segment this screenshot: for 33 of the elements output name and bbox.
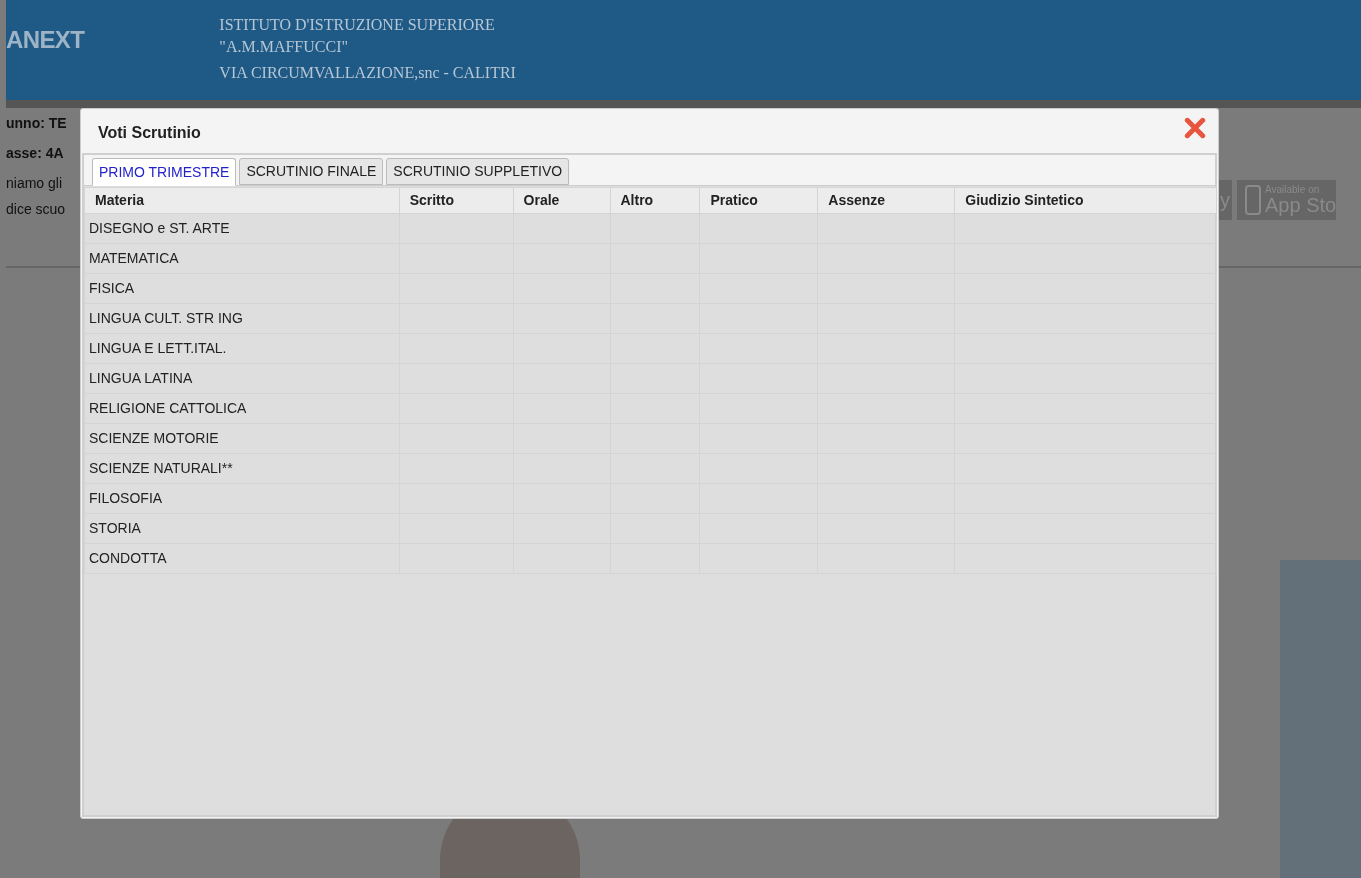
school-info-text: ISTITUTO D'ISTRUZIONE SUPERIORE [219,15,496,35]
school-info-text: "A.M.MAFFUCCI" [219,37,349,57]
table-cell: LINGUA E LETT.ITAL. [84,333,400,364]
column-header: Giudizio Sintetico [954,187,1217,214]
table-cell: STORIA [84,513,400,544]
table-cell: MATEMATICA [84,243,400,274]
column-header: Materia [84,187,400,214]
table-cell: RELIGIONE CATTOLICA [84,393,400,424]
tab[interactable]: SCRUTINIO SUPPLETIVO [386,158,570,185]
table-cell: FILOSOFIA [84,483,400,514]
table-cell: FISICA [84,273,400,304]
page-text: dice scuo [6,200,67,219]
page-text: unno: TE [6,114,67,133]
table-cell: DISEGNO e ST. ARTE [84,213,400,244]
page-text: asse: 4A [6,144,65,163]
phone-icon [1245,185,1261,215]
column-header: Orale [513,187,610,214]
table-cell: SCIENZE NATURALI** [84,453,400,484]
close-icon[interactable] [1184,117,1206,139]
table-cell: SCIENZE MOTORIE [84,423,400,454]
dialog-title: Voti Scrutinio [98,122,201,143]
tab[interactable]: PRIMO TRIMESTRE [92,158,237,186]
school-info-text: VIA CIRCUMVALLAZIONE,snc - CALITRI [219,63,516,83]
column-header: Altro [610,187,700,214]
table-cell: CONDOTTA [84,543,400,574]
tab[interactable]: SCRUTINIO FINALE [239,158,384,185]
page-text: niamo gli [6,174,64,193]
table-cell: LINGUA LATINA [84,363,400,394]
column-header: Scritto [399,187,514,214]
logo: ANEXT [6,25,85,55]
column-header: Assenze [817,187,955,214]
column-header: Pratico [699,187,818,214]
table-cell: LINGUA CULT. STR ING [84,303,400,334]
